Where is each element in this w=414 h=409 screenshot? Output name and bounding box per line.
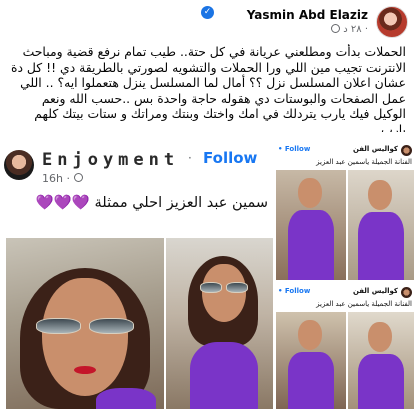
post-timestamp[interactable]: ٢٨ د · bbox=[328, 24, 368, 35]
follow-button[interactable]: • Follow bbox=[278, 145, 310, 153]
embedded-headline: سمين عبد العزيز احلي ممثلة 💜💜💜 bbox=[10, 194, 268, 211]
page-avatar bbox=[4, 150, 34, 180]
embedded-caption: الفنانة الجميلة ياسمين عبد العزيز bbox=[316, 158, 412, 166]
timestamp-text: ٢٨ د · bbox=[343, 24, 368, 35]
verified-badge-icon: ✓ bbox=[201, 6, 214, 19]
embedded-screenshot-top[interactable]: كواليس الفن • Follow الفنانة الجميلة ياس… bbox=[276, 144, 414, 280]
page-avatar bbox=[401, 287, 412, 298]
photo-standing bbox=[348, 312, 414, 409]
face-shape bbox=[42, 278, 128, 396]
purple-hearts-emoji: 💜💜💜 bbox=[35, 195, 90, 211]
page-name: كواليس الفن bbox=[352, 145, 398, 153]
photo-standing bbox=[166, 238, 273, 409]
dress-shape bbox=[96, 388, 156, 409]
author-avatar[interactable] bbox=[376, 6, 408, 38]
embedded-screenshot-bottom[interactable]: كواليس الفن • Follow الفنانة الجميلة ياس… bbox=[276, 286, 414, 409]
photo-standing bbox=[276, 170, 346, 280]
embedded-header: كواليس الفن • Follow bbox=[276, 286, 414, 300]
separator-dot: · bbox=[188, 151, 192, 165]
lips-shape bbox=[74, 366, 96, 374]
sunglasses-icon bbox=[200, 282, 248, 298]
post-media[interactable]: Enjoyment · Follow 16h · سمين عبد العزيز… bbox=[0, 136, 414, 409]
page-name: كواليس الفن bbox=[352, 287, 398, 295]
photo-standing bbox=[348, 170, 414, 280]
author-name[interactable]: Yasmin Abd Elaziz bbox=[247, 8, 368, 22]
dress-shape bbox=[190, 342, 258, 409]
embedded-header: كواليس الفن • Follow bbox=[276, 144, 414, 158]
page-avatar bbox=[401, 145, 412, 156]
photo-closeup bbox=[6, 238, 164, 409]
globe-icon bbox=[331, 24, 341, 33]
headline-text: سمين عبد العزيز احلي ممثلة bbox=[94, 195, 268, 211]
page-name: Enjoyment bbox=[42, 150, 180, 170]
clock-icon bbox=[74, 173, 83, 182]
follow-button[interactable]: • Follow bbox=[278, 287, 310, 295]
sunglasses-icon bbox=[36, 318, 134, 334]
photo-standing bbox=[276, 312, 346, 409]
embedded-photos bbox=[276, 170, 414, 280]
post-time: 16h · bbox=[42, 172, 70, 185]
post-caption: الحملات بدأت ومطلعني عريانة في كل حتة.. … bbox=[10, 44, 406, 132]
embedded-photos bbox=[276, 312, 414, 409]
embedded-caption: الفنانة الجميلة ياسمين عبد العزيز bbox=[316, 300, 412, 308]
post-header: Yasmin Abd Elaziz ✓ ٢٨ د · bbox=[0, 0, 414, 44]
embedded-screenshot-main[interactable]: Enjoyment · Follow 16h · سمين عبد العزيز… bbox=[0, 136, 273, 409]
follow-button[interactable]: Follow bbox=[203, 149, 257, 167]
